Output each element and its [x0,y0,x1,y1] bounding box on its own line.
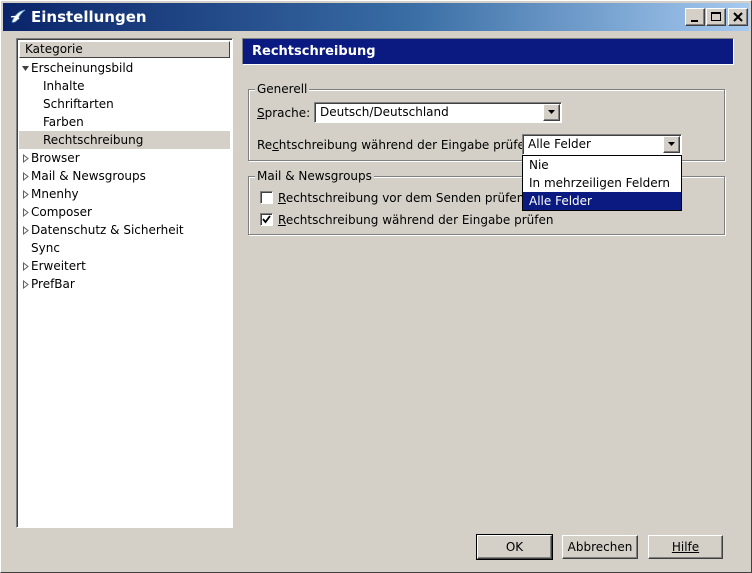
tree-item[interactable]: PrefBar [19,275,230,293]
page-header: Rechtschreibung [242,38,734,65]
spellcheck-mode-label-accesskey: c [272,138,279,152]
ok-button[interactable]: OK [476,534,553,560]
tree-item-label: Browser [31,151,80,165]
language-select-value: Deutsch/Deutschland [320,105,449,119]
tree-item-label: Inhalte [43,79,85,93]
language-select-button[interactable] [543,104,560,121]
check-while-typing-text: echtschreibung während der Eingabe prüfe… [285,213,554,227]
spellcheck-mode-button[interactable] [663,136,680,153]
tree-item-label: Erscheinungsbild [31,61,134,75]
twisty-collapsed-icon[interactable] [22,262,30,271]
checkmark-icon [262,215,271,224]
tree-column-header[interactable]: Kategorie [19,41,230,58]
twisty-collapsed-icon[interactable] [22,172,30,181]
tree-item-label: Composer [31,205,92,219]
twisty-expanded-icon[interactable] [22,64,30,73]
tree-item[interactable]: Erscheinungsbild [19,59,230,77]
check-while-typing-label[interactable]: Rechtschreibung während der Eingabe prüf… [278,213,554,227]
maximize-icon [711,12,721,21]
tree-item-label: Sync [31,241,60,255]
tree-item-label: Farben [43,115,84,129]
popup-option[interactable]: Alle Felder [523,192,681,210]
tree-item-label: Mnenhy [31,187,79,201]
tree-item[interactable]: Sync [19,239,230,257]
tree-item[interactable]: Mail & Newsgroups [19,167,230,185]
check-while-typing-checkbox[interactable] [260,213,273,226]
check-before-send-label[interactable]: Rechtschreibung vor dem Senden prüfen [278,191,524,205]
tree-item[interactable]: Schriftarten [19,95,230,113]
check-before-send-text: echtschreibung vor dem Senden prüfen [285,191,525,205]
sprache-label-text: prache: [264,106,311,120]
check-while-typing-accesskey: R [278,213,286,227]
spellcheck-mode-select[interactable]: Alle Felder [522,134,682,155]
tree-item-label: Schriftarten [43,97,114,111]
chevron-down-icon [668,142,675,146]
tree-item-label: Datenschutz & Sicherheit [31,223,184,237]
help-button[interactable]: Hilfe [648,535,723,559]
tree-item[interactable]: Rechtschreibung [19,131,230,149]
group-generell-title: Generell [255,82,310,96]
popup-option[interactable]: In mehrzeiligen Feldern [523,174,681,192]
twisty-collapsed-icon[interactable] [22,280,30,289]
minimize-button[interactable] [685,8,705,26]
tree-item[interactable]: Inhalte [19,77,230,95]
close-icon [733,12,743,22]
twisty-collapsed-icon[interactable] [22,190,30,199]
tree-item-label: Erweitert [31,259,86,273]
tree-item[interactable]: Farben [19,113,230,131]
maximize-button[interactable] [706,8,726,26]
twisty-collapsed-icon[interactable] [22,226,30,235]
sprache-label: Sprache: [257,106,310,120]
tree-item[interactable]: Datenschutz & Sicherheit [19,221,230,239]
window-title: Einstellungen [31,8,147,26]
spellcheck-mode-popup[interactable]: Nie In mehrzeiligen Feldern Alle Felder [522,155,682,211]
tree-item-label: Rechtschreibung [43,133,144,147]
help-button-label: Hilfe [671,540,700,554]
spellcheck-mode-label-text: htschreibung während der Eingabe prüfen: [278,138,537,152]
check-before-send-checkbox[interactable] [260,191,273,204]
spellcheck-mode-label: Rechtschreibung während der Eingabe prüf… [257,138,537,152]
language-select[interactable]: Deutsch/Deutschland [314,102,562,123]
seamonkey-icon [9,8,27,26]
close-button[interactable] [728,8,748,26]
popup-option[interactable]: Nie [523,156,681,174]
tree-item[interactable]: Erweitert [19,257,230,275]
tree-item-label: Mail & Newsgroups [31,169,146,183]
tree-item[interactable]: Mnenhy [19,185,230,203]
twisty-collapsed-icon[interactable] [22,154,30,163]
check-before-send-accesskey: R [278,191,286,205]
sprache-label-accesskey: S [257,106,265,120]
minimize-icon [691,20,698,22]
title-bar[interactable]: Einstellungen [3,3,749,31]
preferences-window: Einstellungen Kategorie Erscheinungsbild… [0,0,752,573]
page-title: Rechtschreibung [252,44,376,59]
group-mail-title: Mail & Newsgroups [255,169,374,183]
category-tree[interactable]: Kategorie Erscheinungsbild Inhalte Schrift… [16,38,233,528]
tree-list: Erscheinungsbild Inhalte Schriftarten Farbe… [19,59,230,293]
tree-item[interactable]: Composer [19,203,230,221]
spellcheck-mode-value: Alle Felder [528,137,591,151]
tree-item[interactable]: Browser [19,149,230,167]
tree-item-label: PrefBar [31,277,75,291]
spellcheck-mode-label-pre: Re [257,138,273,152]
chevron-down-icon [548,110,555,114]
cancel-button[interactable]: Abbrechen [562,535,638,559]
twisty-collapsed-icon[interactable] [22,208,30,217]
